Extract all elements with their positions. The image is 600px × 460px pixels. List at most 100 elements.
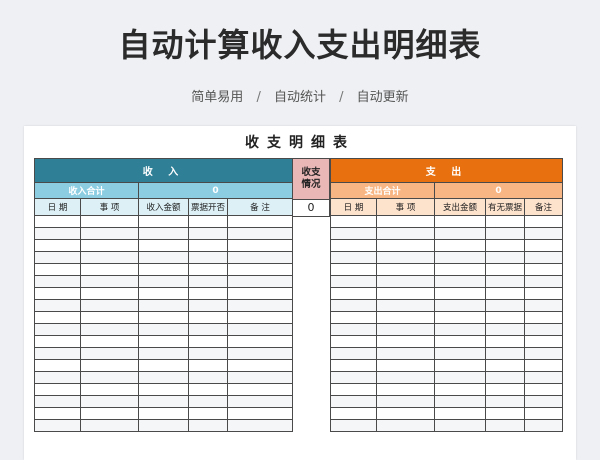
table-cell[interactable] [138, 335, 189, 348]
table-cell[interactable] [434, 323, 486, 336]
table-cell[interactable] [485, 371, 525, 384]
table-cell[interactable] [376, 299, 435, 312]
table-cell[interactable] [485, 323, 525, 336]
table-cell[interactable] [376, 419, 435, 432]
table-cell[interactable] [330, 407, 377, 420]
table-cell[interactable] [138, 407, 189, 420]
table-cell[interactable] [138, 263, 189, 276]
balance-status-value[interactable]: 0 [292, 200, 330, 217]
table-cell[interactable] [227, 335, 293, 348]
table-cell[interactable] [524, 215, 563, 228]
table-cell[interactable] [330, 359, 377, 372]
table-cell[interactable] [485, 347, 525, 360]
table-cell[interactable] [34, 419, 81, 432]
table-cell[interactable] [34, 263, 81, 276]
table-cell[interactable] [524, 407, 563, 420]
table-cell[interactable] [227, 359, 293, 372]
table-cell[interactable] [227, 347, 293, 360]
table-cell[interactable] [330, 347, 377, 360]
table-cell[interactable] [376, 323, 435, 336]
table-cell[interactable] [34, 407, 81, 420]
table-cell[interactable] [34, 359, 81, 372]
table-cell[interactable] [434, 371, 486, 384]
table-cell[interactable] [34, 227, 81, 240]
table-cell[interactable] [80, 239, 139, 252]
table-cell[interactable] [34, 215, 81, 228]
table-cell[interactable] [434, 215, 486, 228]
table-cell[interactable] [138, 311, 189, 324]
table-cell[interactable] [80, 383, 139, 396]
table-cell[interactable] [227, 275, 293, 288]
table-cell[interactable] [485, 383, 525, 396]
table-cell[interactable] [524, 299, 563, 312]
table-cell[interactable] [485, 215, 525, 228]
table-cell[interactable] [138, 287, 189, 300]
table-cell[interactable] [376, 371, 435, 384]
table-cell[interactable] [80, 263, 139, 276]
table-cell[interactable] [434, 419, 486, 432]
table-cell[interactable] [485, 395, 525, 408]
table-cell[interactable] [376, 383, 435, 396]
table-cell[interactable] [485, 299, 525, 312]
table-cell[interactable] [80, 287, 139, 300]
table-cell[interactable] [434, 299, 486, 312]
table-cell[interactable] [376, 347, 435, 360]
table-cell[interactable] [524, 251, 563, 264]
table-cell[interactable] [34, 239, 81, 252]
table-cell[interactable] [188, 227, 228, 240]
table-cell[interactable] [227, 215, 293, 228]
table-cell[interactable] [138, 251, 189, 264]
table-cell[interactable] [80, 407, 139, 420]
table-cell[interactable] [80, 395, 139, 408]
table-cell[interactable] [434, 227, 486, 240]
table-cell[interactable] [188, 251, 228, 264]
table-cell[interactable] [376, 215, 435, 228]
table-cell[interactable] [138, 239, 189, 252]
table-cell[interactable] [188, 359, 228, 372]
table-cell[interactable] [227, 239, 293, 252]
table-cell[interactable] [138, 395, 189, 408]
table-cell[interactable] [434, 251, 486, 264]
table-cell[interactable] [34, 299, 81, 312]
table-cell[interactable] [434, 275, 486, 288]
table-cell[interactable] [138, 215, 189, 228]
table-cell[interactable] [485, 287, 525, 300]
table-cell[interactable] [188, 299, 228, 312]
table-cell[interactable] [330, 323, 377, 336]
table-cell[interactable] [330, 251, 377, 264]
table-cell[interactable] [188, 419, 228, 432]
table-cell[interactable] [485, 359, 525, 372]
table-cell[interactable] [138, 383, 189, 396]
table-cell[interactable] [188, 395, 228, 408]
table-cell[interactable] [376, 311, 435, 324]
table-cell[interactable] [330, 299, 377, 312]
table-cell[interactable] [434, 311, 486, 324]
table-cell[interactable] [330, 215, 377, 228]
table-cell[interactable] [330, 287, 377, 300]
table-cell[interactable] [80, 323, 139, 336]
table-cell[interactable] [434, 407, 486, 420]
table-cell[interactable] [188, 263, 228, 276]
table-cell[interactable] [80, 347, 139, 360]
table-cell[interactable] [227, 299, 293, 312]
table-cell[interactable] [80, 311, 139, 324]
table-cell[interactable] [524, 395, 563, 408]
table-cell[interactable] [227, 323, 293, 336]
table-cell[interactable] [434, 383, 486, 396]
table-cell[interactable] [34, 275, 81, 288]
table-cell[interactable] [330, 227, 377, 240]
table-cell[interactable] [330, 263, 377, 276]
table-cell[interactable] [188, 323, 228, 336]
table-cell[interactable] [227, 383, 293, 396]
table-cell[interactable] [138, 419, 189, 432]
table-cell[interactable] [188, 407, 228, 420]
table-cell[interactable] [330, 419, 377, 432]
table-cell[interactable] [485, 419, 525, 432]
table-cell[interactable] [434, 263, 486, 276]
table-cell[interactable] [330, 395, 377, 408]
table-cell[interactable] [138, 371, 189, 384]
table-cell[interactable] [188, 275, 228, 288]
table-cell[interactable] [376, 287, 435, 300]
table-cell[interactable] [330, 239, 377, 252]
table-cell[interactable] [376, 227, 435, 240]
